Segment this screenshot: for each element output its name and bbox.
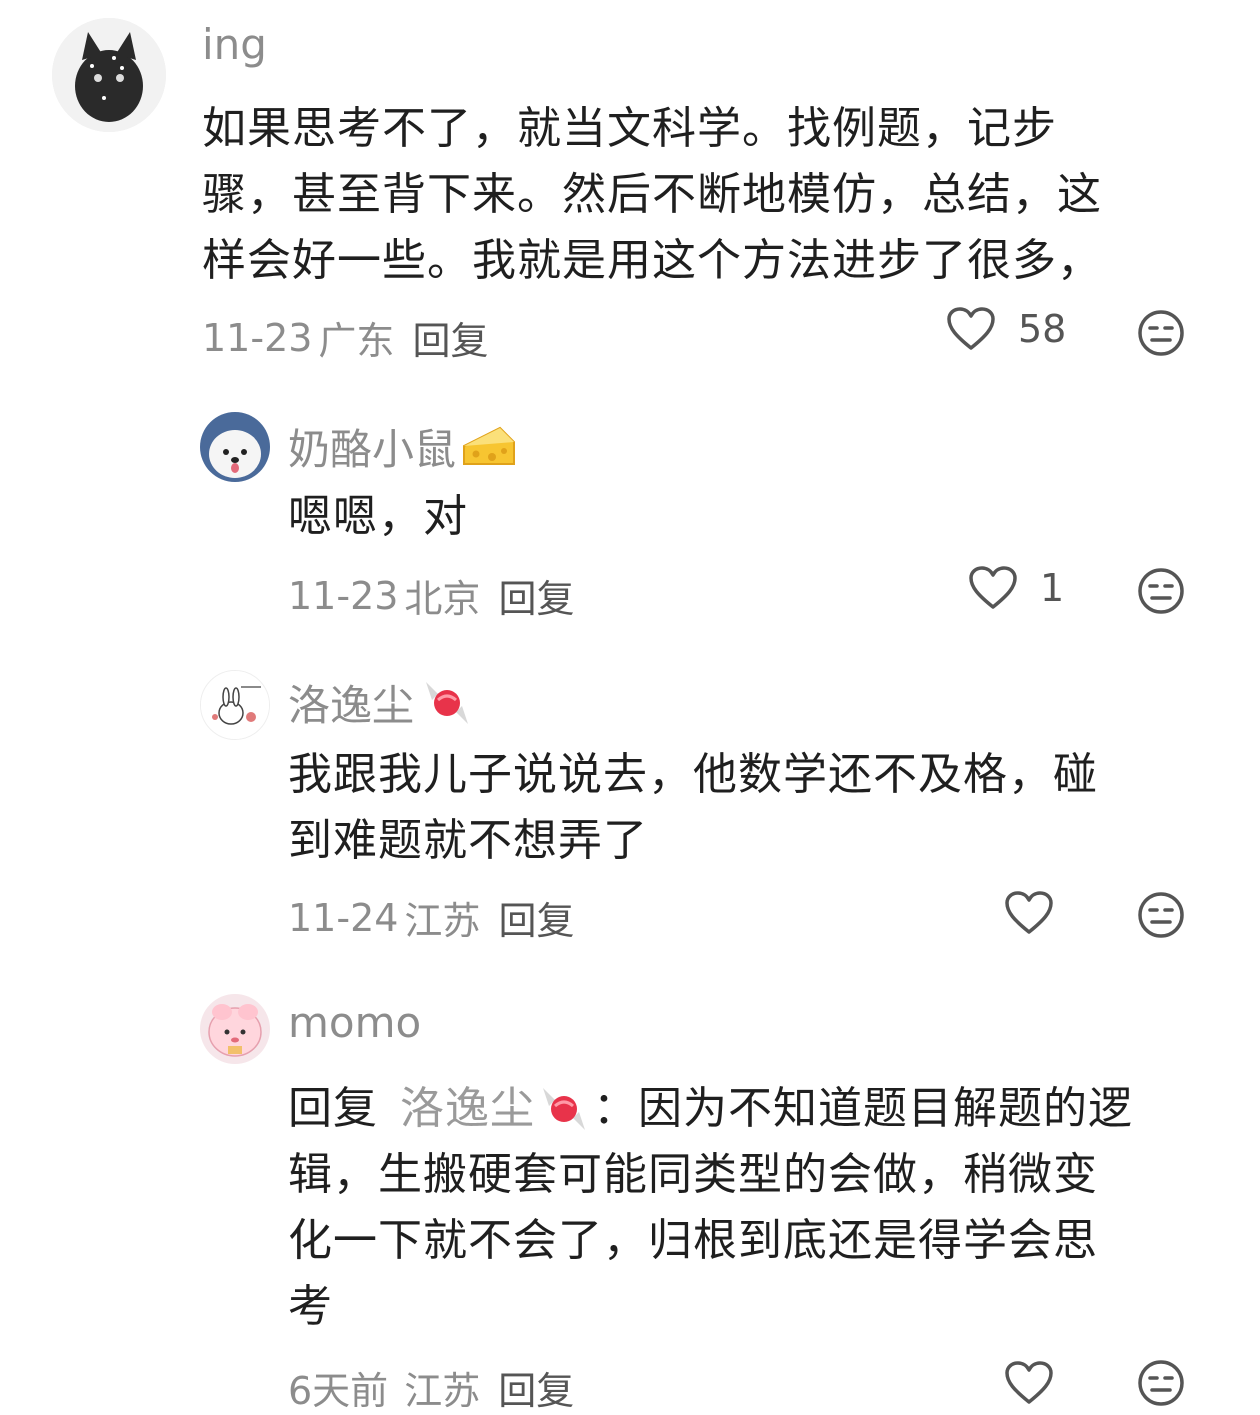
username[interactable]: 奶酪小鼠	[288, 416, 518, 477]
comment-line: 化一下就不会了，归根到底还是得学会思	[288, 1215, 1098, 1266]
comment-location: 北京	[404, 577, 481, 621]
like-count: 58	[1018, 307, 1067, 351]
comment-meta: 11-23 北京 回复	[288, 568, 574, 623]
candy-icon	[426, 681, 469, 724]
comment-line: 我跟我儿子说说去，他数学还不及格，碰	[288, 749, 1098, 800]
comment-line: 样会好一些。我就是用这个方法进步了很多，	[202, 235, 1102, 286]
comment-line: 辑，生搬硬套可能同类型的会做，稍微变	[288, 1149, 1098, 1200]
username-text: momo	[288, 998, 422, 1047]
reply-button[interactable]: 回复	[412, 310, 488, 365]
like-button[interactable]: 1	[968, 565, 1064, 611]
comment-location: 广东	[318, 319, 395, 363]
reply-button[interactable]: 回复	[498, 890, 574, 945]
heart-icon	[1005, 891, 1053, 934]
dog-avatar-image	[200, 412, 270, 482]
reply-prefix: 回复	[288, 1083, 378, 1134]
meh-face-icon	[1138, 892, 1184, 938]
like-button[interactable]: 58	[946, 306, 1066, 352]
username-text: 洛逸尘	[288, 681, 415, 730]
comment-text: 嗯嗯，对	[288, 484, 1188, 550]
candy-icon	[543, 1088, 585, 1130]
meh-face-icon	[1138, 310, 1184, 356]
dislike-button[interactable]	[1136, 566, 1186, 620]
reply-button[interactable]: 回复	[498, 568, 574, 623]
username[interactable]: ing	[202, 20, 267, 69]
avatar[interactable]	[200, 412, 270, 482]
comment-date: 11-24	[288, 895, 399, 940]
comment-first-line: 回复 洛逸尘 ： 因为不知道题目解题的逻	[288, 1076, 1228, 1142]
comment-text: 回复 洛逸尘 ： 因为不知道题目解题的逻 辑，生搬硬套可能同类型的会做，稍微变 …	[288, 1076, 1228, 1340]
like-button[interactable]	[1004, 1360, 1054, 1406]
comment-text: 我跟我儿子说说去，他数学还不及格，碰 到难题就不想弄了	[288, 742, 1208, 874]
comment-line: 到难题就不想弄了	[288, 815, 648, 866]
comment-meta: 11-24 江苏 回复	[288, 890, 574, 945]
avatar[interactable]	[52, 18, 166, 132]
comment-line: 骤，甚至背下来。然后不断地模仿，总结，这	[202, 169, 1102, 220]
comment-line: 如果思考不了，就当文科学。找例题，记步	[202, 103, 1057, 154]
dislike-button[interactable]	[1136, 1358, 1186, 1412]
comment-line: 考	[288, 1281, 333, 1332]
avatar[interactable]	[200, 994, 270, 1064]
cat-avatar-image	[52, 18, 166, 132]
meh-face-icon	[1138, 568, 1184, 614]
reply-to-username[interactable]: 洛逸尘	[400, 1076, 535, 1142]
rabbit-avatar-image	[201, 671, 269, 739]
pink-character-avatar-image	[200, 994, 270, 1064]
reply-colon: ：	[593, 1083, 638, 1134]
avatar[interactable]	[200, 670, 270, 740]
comment-line: 因为不知道题目解题的逻	[638, 1083, 1133, 1134]
comment-location: 江苏	[404, 899, 481, 943]
username[interactable]: 洛逸尘	[288, 672, 476, 733]
comment-line: 嗯嗯，对	[288, 491, 468, 542]
heart-icon	[969, 566, 1017, 609]
heart-icon	[1005, 1361, 1053, 1404]
comment-date: 11-23	[202, 315, 313, 360]
meh-face-icon	[1138, 1360, 1184, 1406]
username[interactable]: momo	[288, 998, 421, 1047]
comment-date: 11-23	[288, 573, 399, 618]
heart-icon	[947, 307, 995, 350]
username-text: ing	[202, 20, 267, 69]
dislike-button[interactable]	[1136, 308, 1186, 362]
comment-text: 如果思考不了，就当文科学。找例题，记步 骤，甚至背下来。然后不断地模仿，总结，这…	[202, 96, 1212, 294]
like-button[interactable]	[1004, 890, 1054, 936]
comment-meta: 11-23 广东 回复	[202, 310, 488, 365]
cheese-icon	[463, 426, 516, 465]
username-text: 奶酪小鼠	[288, 425, 457, 474]
dislike-button[interactable]	[1136, 890, 1186, 944]
like-count: 1	[1040, 566, 1065, 610]
